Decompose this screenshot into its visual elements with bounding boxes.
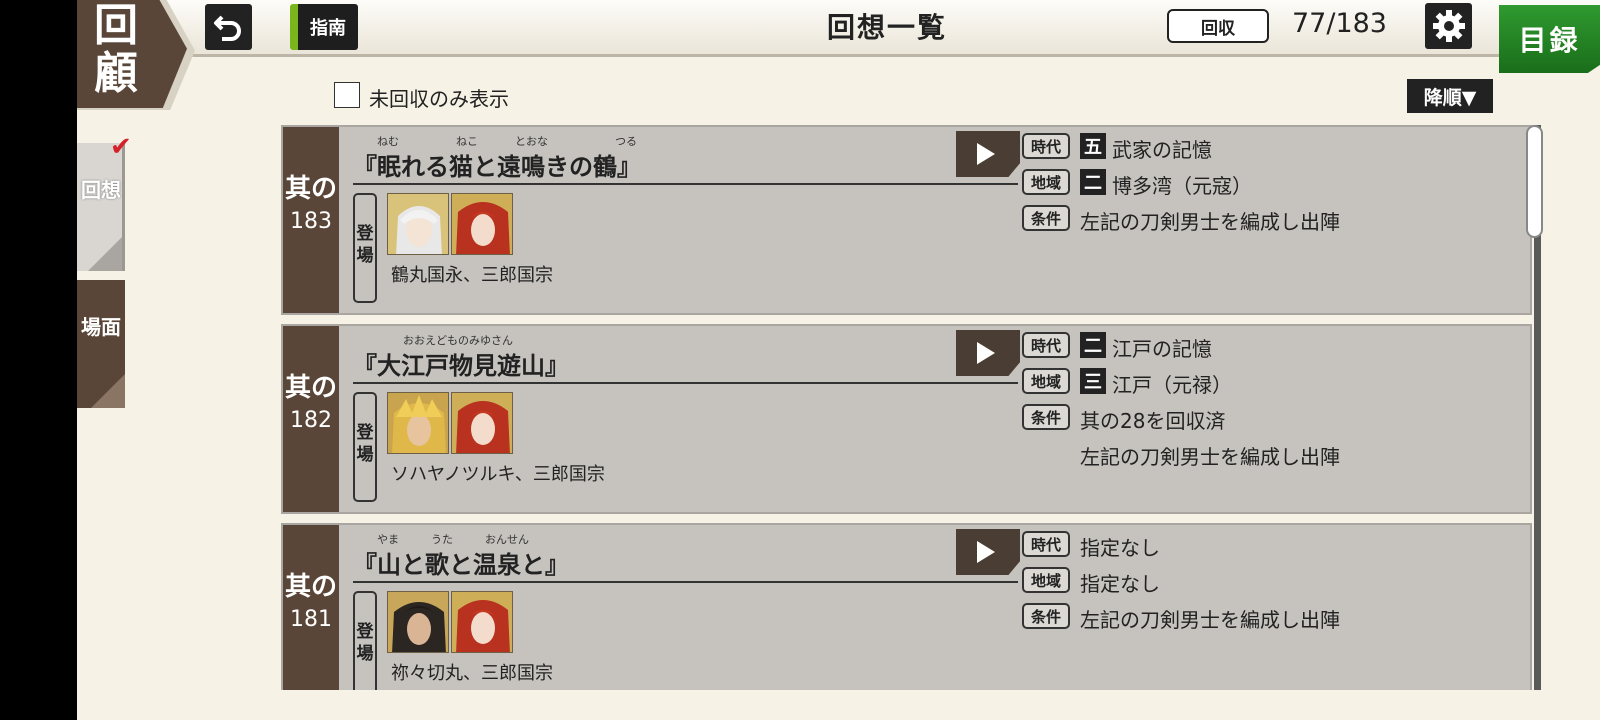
page-title: 回想一覧 [826,11,947,44]
card-title: 『大江戸物見遊山』 [353,351,569,380]
condition-tag: 条件 [1022,404,1070,430]
corner-title: 回顧 [94,0,138,99]
appear-tag: 登場 [353,392,377,502]
card-title-area: ねむ ねこ とおな つる 『眠れる猫と遠鳴きの鶴』 [353,131,1018,185]
card-title: 『山と歌と温泉と』 [353,550,569,579]
region-tag: 地域 [1022,567,1070,593]
condition-text: 左記の刀剣男士を編成し出陣 [1080,608,1340,632]
portrait-saburo-kunimune [451,591,513,653]
card-title-area: おおえどものみゆさん 『大江戸物見遊山』 [353,330,1018,384]
card-number: 181 [290,607,332,632]
list-scrollbar-thumb[interactable] [1526,125,1543,238]
settings-button[interactable] [1425,3,1472,49]
era-text: 武家の記憶 [1112,138,1212,162]
tab-fold [91,374,125,408]
sort-order-button[interactable]: 降順▼ [1407,79,1493,113]
region-text: 博多湾（元寇） [1112,174,1252,198]
card-number: 183 [290,209,332,234]
character-names: 祢々切丸、三郎国宗 [391,663,553,684]
era-text: 江戸の記憶 [1112,337,1212,361]
guide-button[interactable]: 指南 [290,4,358,50]
back-button[interactable] [205,4,252,50]
condition-tag: 条件 [1022,205,1070,231]
uncollected-only-checkbox[interactable] [334,82,360,108]
character-names: ソハヤノツルキ、三郎国宗 [391,464,605,485]
tab-recall[interactable]: 回想 [77,143,125,271]
card-prefix: 其の [284,174,337,204]
card-title: 『眠れる猫と遠鳴きの鶴』 [353,152,641,181]
play-icon [977,143,995,165]
condition-tag: 条件 [1022,603,1070,629]
region-text: 指定なし [1080,572,1160,596]
card-prefix: 其の [284,373,337,403]
era-tag: 時代 [1022,133,1070,159]
portrait-sohayanotsuruki [387,392,449,454]
tab-scene-label: 場面 [81,315,121,339]
portrait-nenekirimaru [387,591,449,653]
recollection-card[interactable]: 其の 181 やま うた おんせん 『山と歌と温泉と』 登場 祢々切丸、三郎国宗… [281,523,1532,690]
region-text: 江戸（元禄） [1112,373,1232,397]
era-level: 二 [1080,332,1106,358]
checkmark-icon: ✔ [110,132,132,162]
era-tag: 時代 [1022,332,1070,358]
condition-text: 左記の刀剣男士を編成し出陣 [1080,445,1340,469]
tab-recall-label: 回想 [81,178,121,202]
character-names: 鶴丸国永、三郎国宗 [391,265,553,286]
play-icon [977,541,995,563]
tab-scene[interactable]: 場面 [77,280,125,408]
region-level: 三 [1080,368,1106,394]
gear-icon [1432,10,1465,42]
era-tag: 時代 [1022,531,1070,557]
card-number-badge: 其の 183 [283,127,339,313]
catalog-button[interactable]: 目録 [1499,5,1600,73]
play-button[interactable] [956,330,1020,376]
collect-button[interactable]: 回収 [1167,9,1269,43]
recollection-card[interactable]: 其の 183 ねむ ねこ とおな つる 『眠れる猫と遠鳴きの鶴』 登場 鶴丸国永… [281,125,1532,315]
play-icon [977,342,995,364]
card-number-badge: 其の 182 [283,326,339,512]
card-prefix: 其の [284,572,337,602]
tab-fold [88,237,122,271]
recollection-card[interactable]: 其の 182 おおえどものみゆさん 『大江戸物見遊山』 登場 ソハヤノツルキ、三… [281,324,1532,514]
uncollected-only-label[interactable]: 未回収のみ表示 [369,83,509,112]
condition-text: 左記の刀剣男士を編成し出陣 [1080,210,1340,234]
play-button[interactable] [956,529,1020,575]
condition-text: 其の28を回収済 [1080,409,1226,433]
card-title-area: やま うた おんせん 『山と歌と温泉と』 [353,529,1018,583]
portrait-saburo-kunimune [451,392,513,454]
card-number-badge: 其の 181 [283,525,339,690]
region-tag: 地域 [1022,368,1070,394]
undo-arrow-icon [213,15,241,41]
card-number: 182 [290,408,332,433]
era-text: 指定なし [1080,536,1160,560]
region-tag: 地域 [1022,169,1070,195]
portrait-tsurumaru [387,193,449,255]
region-level: 二 [1080,169,1106,195]
portrait-saburo-kunimune [451,193,513,255]
appear-tag: 登場 [353,193,377,303]
era-level: 五 [1080,133,1106,159]
game-screen: 回顧 指南 回想一覧 回収 77/183 目録 回想 ✔ 場面 未回収のみ表示 … [77,0,1600,720]
collection-count: 77/183 [1292,8,1387,39]
play-button[interactable] [956,131,1020,177]
recollection-list: 其の 183 ねむ ねこ とおな つる 『眠れる猫と遠鳴きの鶴』 登場 鶴丸国永… [281,125,1549,690]
appear-tag: 登場 [353,591,377,690]
